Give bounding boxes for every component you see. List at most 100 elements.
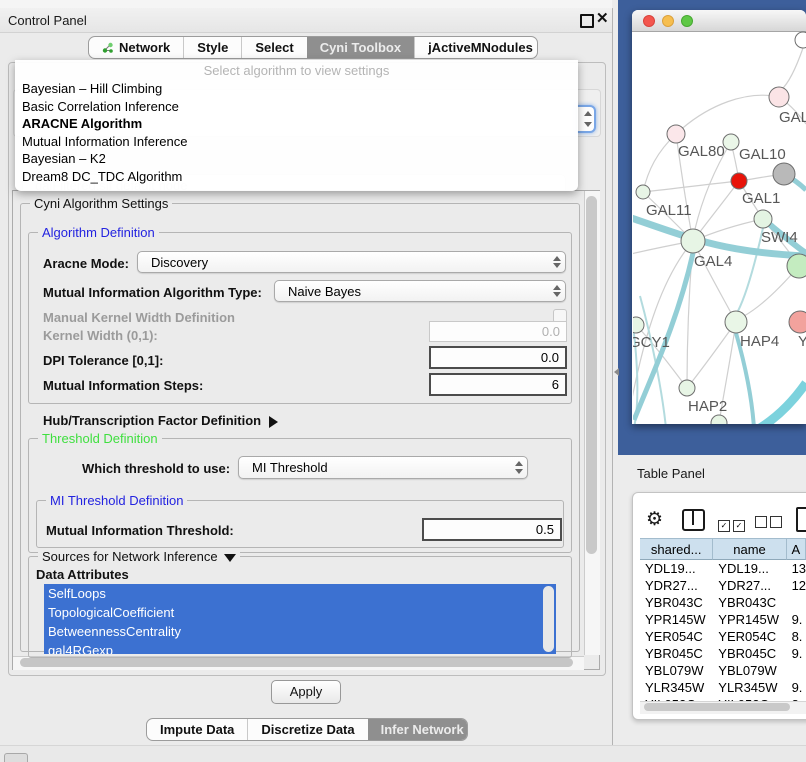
hub-definition-header[interactable]: Hub/Transcription Factor Definition <box>43 413 278 428</box>
tab-style[interactable]: Style <box>183 37 241 58</box>
close-traffic-light[interactable] <box>643 15 655 27</box>
table-scrollbar-thumb[interactable] <box>644 703 790 711</box>
panel-divider-arrow-icon[interactable] <box>614 368 619 376</box>
data-attributes-label: Data Attributes <box>36 567 129 582</box>
network-node[interactable] <box>725 311 747 333</box>
minimize-traffic-light[interactable] <box>662 15 674 27</box>
kernel-width-field[interactable]: 0.0 <box>429 321 567 342</box>
table-row[interactable]: YLR345WYLR345W9. <box>640 679 806 696</box>
table-cell: 9. <box>787 611 806 628</box>
split-columns-icon[interactable] <box>682 509 705 531</box>
horizontal-scrollbar-thumb[interactable] <box>20 658 573 667</box>
table-row[interactable]: YBR045CYBR045C9. <box>640 645 806 662</box>
which-threshold-combo[interactable]: MI Threshold <box>238 456 528 479</box>
node-label-y: Y <box>798 333 806 350</box>
dropdown-item-bayesian-k2[interactable]: Bayesian – K2 <box>15 150 578 168</box>
attribute-item-betweennesscentrality[interactable]: BetweennessCentrality <box>44 622 556 641</box>
select-all-checkboxes-icon[interactable]: ✓✓ <box>718 515 745 533</box>
minimized-panel-fragment[interactable] <box>4 753 28 762</box>
deselect-all-checkboxes-icon[interactable] <box>755 515 782 533</box>
unchecked-box <box>755 516 767 528</box>
dropdown-item-basic-correlation-inference[interactable]: Basic Correlation Inference <box>15 98 578 116</box>
column-header-shared[interactable]: shared... <box>640 538 713 560</box>
vertical-scrollbar-thumb[interactable] <box>586 196 597 554</box>
tab-impute-data[interactable]: Impute Data <box>147 719 247 740</box>
network-window-titlebar[interactable] <box>632 10 806 32</box>
table-cell: YBR043C <box>713 594 786 611</box>
aracne-mode-combo[interactable]: Discovery <box>137 251 566 273</box>
attribute-item-gal4rgexp[interactable]: gal4RGexp <box>44 641 556 654</box>
table-cell: YLR345W <box>713 679 786 696</box>
table-row[interactable]: YDL19...YDL19...13 <box>640 560 806 577</box>
tab-label: Select <box>255 40 293 55</box>
table-cell: YER054C <box>640 628 713 645</box>
table-cell <box>787 594 806 611</box>
dropdown-item-mutual-information-inference[interactable]: Mutual Information Inference <box>15 133 578 151</box>
combo-arrows-icon <box>511 457 527 478</box>
sources-title[interactable]: Sources for Network Inference <box>38 549 240 564</box>
file-icon[interactable] <box>796 507 806 532</box>
tab-cyni-toolbox[interactable]: Cyni Toolbox <box>307 37 414 58</box>
network-node[interactable] <box>723 134 739 150</box>
combo-arrows-icon <box>549 281 565 301</box>
tab-infer-network[interactable]: Infer Network <box>368 719 468 740</box>
node-label-gal1: GAL1 <box>742 190 780 207</box>
network-node[interactable] <box>679 380 695 396</box>
network-node[interactable] <box>731 173 747 189</box>
data-attributes-list[interactable]: SelfLoopsTopologicalCoefficientBetweenne… <box>44 584 556 654</box>
table-row[interactable]: YBL079WYBL079W <box>640 662 806 679</box>
table-row[interactable]: YPR145WYPR145W9. <box>640 611 806 628</box>
apply-button[interactable]: Apply <box>271 680 341 704</box>
network-node[interactable] <box>789 311 806 333</box>
network-node[interactable] <box>795 32 806 48</box>
attributes-scrollbar[interactable] <box>543 586 554 652</box>
table-cell: 13 <box>787 560 806 577</box>
column-header-name[interactable]: name <box>713 538 786 560</box>
bottom-tab-strip: Impute Data Discretize DataInfer Network <box>146 718 468 741</box>
mi-type-label: Mutual Information Algorithm Type: <box>43 285 262 300</box>
zoom-traffic-light[interactable] <box>681 15 693 27</box>
network-canvas[interactable]: GALGAL80GAL10GAL11GAL1SWI4GAL4GCY1HAP4YH… <box>633 31 806 424</box>
network-node[interactable] <box>787 254 806 278</box>
table-row[interactable]: YDR27...YDR27...12 <box>640 577 806 594</box>
network-graph[interactable]: GALGAL80GAL10GAL11GAL1SWI4GAL4GCY1HAP4YH… <box>633 31 806 424</box>
table-row[interactable]: YBR043CYBR043C <box>640 594 806 611</box>
dropdown-item-aracne-algorithm[interactable]: ARACNE Algorithm <box>15 115 578 133</box>
focused-combo-fragment[interactable] <box>577 105 596 133</box>
node-label-gcy1: GCY1 <box>633 334 670 351</box>
gear-icon[interactable]: ⚙ <box>646 508 663 531</box>
column-header-a[interactable]: A <box>787 538 806 560</box>
table-row[interactable]: YER054CYER054C8. <box>640 628 806 645</box>
network-node[interactable] <box>633 317 644 333</box>
attribute-item-selfloops[interactable]: SelfLoops <box>44 584 556 603</box>
network-node[interactable] <box>636 185 650 199</box>
attribute-item-topologicalcoefficient[interactable]: TopologicalCoefficient <box>44 603 556 622</box>
close-icon[interactable]: ✕ <box>596 9 609 27</box>
float-icon[interactable] <box>580 14 594 28</box>
network-node[interactable] <box>667 125 685 143</box>
network-node[interactable] <box>711 415 727 424</box>
table-cell: YLR345W <box>640 679 713 696</box>
mi-type-combo[interactable]: Naive Bayes <box>274 280 566 302</box>
tab-select[interactable]: Select <box>241 37 306 58</box>
network-node[interactable] <box>769 87 789 107</box>
dropdown-placeholder: Select algorithm to view settings <box>15 60 578 80</box>
dropdown-item-bayesian-hill-climbing[interactable]: Bayesian – Hill Climbing <box>15 80 578 98</box>
network-edge <box>760 383 806 424</box>
combo-spinner-icon <box>580 107 594 131</box>
dropdown-item-dream8-dc-tdc-algorithm[interactable]: Dream8 DC_TDC Algorithm <box>15 168 578 186</box>
settings-group-title: Cyni Algorithm Settings <box>30 196 172 211</box>
network-node[interactable] <box>754 210 772 228</box>
mi-threshold-field[interactable]: 0.5 <box>422 518 562 541</box>
network-node[interactable] <box>681 229 705 253</box>
tab-jactivemnodules[interactable]: jActiveMNodules <box>414 37 538 58</box>
network-edge <box>687 322 736 388</box>
mi-steps-field[interactable]: 6 <box>429 373 567 396</box>
tab-label: Impute Data <box>160 722 234 737</box>
tab-network[interactable]: Network <box>89 37 183 58</box>
dpi-tolerance-field[interactable]: 0.0 <box>429 346 567 369</box>
tab-discretize-data[interactable]: Discretize Data <box>247 719 367 740</box>
network-node[interactable] <box>773 163 795 185</box>
kernel-width-label: Kernel Width (0,1): <box>43 328 158 343</box>
mi-type-value: Naive Bayes <box>275 284 549 299</box>
